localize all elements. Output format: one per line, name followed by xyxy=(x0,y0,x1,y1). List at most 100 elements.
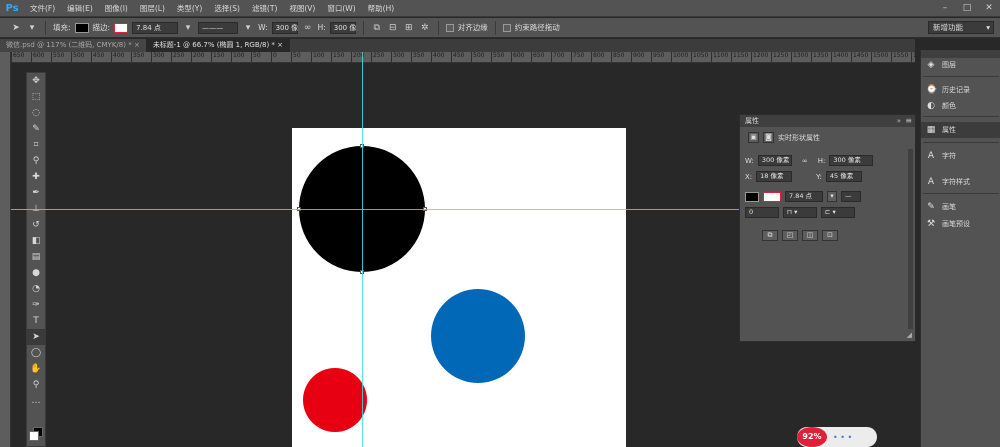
shape-fill-swatch[interactable] xyxy=(745,191,759,202)
shape-stroke-width-field[interactable]: 7.84 点 xyxy=(785,191,823,202)
stroke-corners-select[interactable]: ⊏ ▾ xyxy=(821,207,855,218)
height-field[interactable]: 300 像 xyxy=(329,21,356,34)
fill-swatch[interactable] xyxy=(74,22,89,33)
menu-item-2[interactable]: 图像(I) xyxy=(99,3,134,14)
path-alignment-icon[interactable]: ⊟ xyxy=(387,22,399,34)
path-subtract-button[interactable]: ◰ xyxy=(782,230,798,241)
align-edges-checkbox[interactable] xyxy=(445,23,454,32)
shape-width-field[interactable]: 300 像素 xyxy=(757,155,792,166)
blue-circle[interactable] xyxy=(431,289,525,383)
menu-item-6[interactable]: 滤镜(T) xyxy=(246,3,283,14)
chevron-down-icon[interactable]: ▾ xyxy=(26,22,38,34)
shape-y-field[interactable]: 45 像素 xyxy=(825,171,862,182)
constrain-path-checkbox[interactable] xyxy=(502,23,511,32)
lasso-tool[interactable]: ◌ xyxy=(27,105,45,121)
menu-item-1[interactable]: 编辑(E) xyxy=(61,3,99,14)
chevron-down-icon[interactable]: ▾ xyxy=(182,22,194,34)
dock-item-layers[interactable]: ◈ 图层 xyxy=(921,57,1000,73)
collapse-icon[interactable]: » xyxy=(897,115,901,127)
eraser-tool[interactable]: ◧ xyxy=(27,233,45,249)
close-button[interactable]: ✕ xyxy=(982,2,996,14)
dodge-tool[interactable]: ◔ xyxy=(27,281,45,297)
ruler-tick-label: 1000 xyxy=(673,52,689,59)
chevron-down-icon[interactable]: ▾ xyxy=(827,191,837,202)
link-icon[interactable]: ∞ xyxy=(802,157,808,165)
ruler-left[interactable] xyxy=(0,52,11,447)
gradient-tool[interactable]: ▤ xyxy=(27,249,45,265)
path-intersect-button[interactable]: ◫ xyxy=(802,230,818,241)
close-icon[interactable]: × xyxy=(277,41,283,49)
menu-item-0[interactable]: 文件(F) xyxy=(24,3,61,14)
move-tool[interactable]: ✥ xyxy=(27,73,45,89)
performance-badge[interactable]: 92% • • • xyxy=(797,427,877,447)
dock-item-properties[interactable]: ▦ 属性 xyxy=(921,122,1000,138)
document-canvas[interactable] xyxy=(292,128,626,447)
stroke-caps-select[interactable]: ⊓ ▾ xyxy=(783,207,817,218)
chevron-down-icon[interactable]: ▾ xyxy=(242,22,254,34)
link-icon[interactable]: ∞ xyxy=(302,22,314,34)
brush-tool[interactable]: ✒ xyxy=(27,185,45,201)
menu-item-5[interactable]: 选择(S) xyxy=(208,3,246,14)
type-tool[interactable]: T xyxy=(27,313,45,329)
quick-select-tool[interactable]: ✎ xyxy=(27,121,45,137)
menu-item-9[interactable]: 帮助(H) xyxy=(362,3,401,14)
history-brush-tool[interactable]: ↺ xyxy=(27,217,45,233)
path-select-tool[interactable]: ➤ xyxy=(27,329,45,345)
stroke-align-select[interactable]: 0 xyxy=(745,207,779,218)
stroke-type-select[interactable]: ——— xyxy=(198,21,239,34)
properties-panel-header[interactable]: 属性 » ≡ xyxy=(740,115,915,127)
resize-grip-icon[interactable]: ◢ xyxy=(907,331,912,339)
menu-item-7[interactable]: 视图(V) xyxy=(283,3,321,14)
menu-item-4[interactable]: 类型(Y) xyxy=(171,3,208,14)
foreground-color-swatch[interactable] xyxy=(29,431,39,441)
properties-scrollbar[interactable] xyxy=(908,149,913,329)
path-operations-icon[interactable]: ⧉ xyxy=(371,22,383,34)
tab-wechat-psd[interactable]: 微信.psd @ 117% (二维码, CMYK/8) * × xyxy=(0,39,147,52)
hand-tool[interactable]: ✋ xyxy=(27,361,45,377)
gear-icon[interactable]: ✲ xyxy=(419,22,431,34)
ruler-tick xyxy=(691,52,692,62)
blur-tool[interactable]: ● xyxy=(27,265,45,281)
eyedropper-tool[interactable]: ⚲ xyxy=(27,153,45,169)
dock-item-character[interactable]: A 字符 xyxy=(921,148,1000,164)
marquee-tool[interactable]: ⬚ xyxy=(27,89,45,105)
shape-height-field[interactable]: 300 像素 xyxy=(829,155,874,166)
close-icon[interactable]: × xyxy=(134,41,140,49)
zoom-tool[interactable]: ⚲ xyxy=(27,377,45,393)
dock-item-color[interactable]: ◐ 颜色 xyxy=(921,98,1000,114)
pen-tool[interactable]: ✑ xyxy=(27,297,45,313)
dock-item-history[interactable]: ⌚ 历史记录 xyxy=(921,82,1000,98)
minimize-button[interactable]: – xyxy=(938,2,952,14)
workspace-select[interactable]: 新增功能 ▾ xyxy=(928,21,994,34)
panel-menu-icon[interactable]: ≡ xyxy=(905,115,912,127)
maximize-button[interactable]: □ xyxy=(960,2,974,14)
stroke-swatch[interactable] xyxy=(114,22,129,33)
more-tools[interactable]: … xyxy=(27,393,45,409)
shape-x-field[interactable]: 18 像素 xyxy=(756,171,793,182)
path-combine-button[interactable]: ⧉ xyxy=(762,230,778,241)
path-exclude-button[interactable]: ⊡ xyxy=(822,230,838,241)
menu-item-8[interactable]: 窗口(W) xyxy=(321,3,361,14)
ellipse-tool[interactable]: ◯ xyxy=(27,345,45,361)
ruler-tick-label: 1350 xyxy=(813,52,829,59)
guide-horizontal[interactable] xyxy=(11,209,751,210)
red-circle[interactable] xyxy=(303,368,367,432)
guide-vertical[interactable] xyxy=(362,52,363,447)
shape-stroke-type-select[interactable]: — xyxy=(841,191,861,202)
dock-item-brush-presets[interactable]: ⚒ 画笔预设 xyxy=(921,216,1000,232)
ruler-tick-label: 700 xyxy=(553,52,565,59)
properties-title: 属性 xyxy=(745,117,759,125)
crop-tool[interactable]: ⌗ xyxy=(27,137,45,153)
dock-item-character-styles[interactable]: A 字符样式 xyxy=(921,174,1000,190)
healing-tool[interactable]: ✚ xyxy=(27,169,45,185)
dock-item-brush[interactable]: ✎ 画笔 xyxy=(921,199,1000,215)
stroke-width-field[interactable]: 7.84 点 xyxy=(132,21,179,34)
tab-untitled-1[interactable]: 未标题-1 @ 66.7% (椭圆 1, RGB/8) * × xyxy=(146,39,291,52)
ruler-tick-label: 100 xyxy=(233,52,245,59)
width-field[interactable]: 300 像 xyxy=(271,21,298,34)
path-select-preset-icon[interactable]: ➤ xyxy=(10,22,22,34)
shape-stroke-swatch[interactable] xyxy=(763,191,781,202)
path-arrangement-icon[interactable]: ⊞ xyxy=(403,22,415,34)
ruler-top[interactable]: 650 600 550 500 450 400 350 300 250 200 150 100 50 0 5… xyxy=(11,52,915,63)
menu-item-3[interactable]: 图层(L) xyxy=(134,3,171,14)
